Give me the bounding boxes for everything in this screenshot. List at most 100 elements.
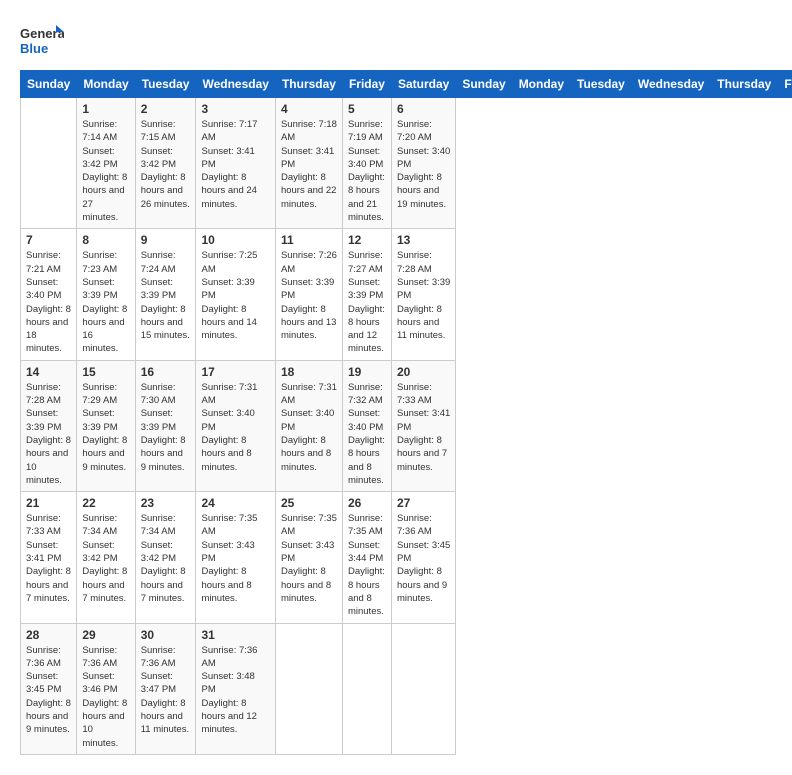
daylight: Daylight: 8 hours and 11 minutes. [141, 698, 189, 736]
daylight: Daylight: 8 hours and 12 minutes. [348, 304, 385, 355]
calendar-cell: 27 Sunrise: 7:36 AM Sunset: 3:45 PM Dayl… [391, 492, 455, 623]
sunrise: Sunrise: 7:34 AM [141, 513, 176, 537]
calendar-cell: 9 Sunrise: 7:24 AM Sunset: 3:39 PM Dayli… [135, 229, 196, 360]
daylight: Daylight: 8 hours and 7 minutes. [82, 566, 127, 604]
day-info: Sunrise: 7:21 AM Sunset: 3:40 PM Dayligh… [26, 249, 71, 355]
day-info: Sunrise: 7:36 AM Sunset: 3:45 PM Dayligh… [26, 644, 71, 737]
sunset: Sunset: 3:39 PM [348, 277, 383, 301]
sunset: Sunset: 3:48 PM [201, 671, 254, 695]
sunrise: Sunrise: 7:36 AM [397, 513, 432, 537]
day-info: Sunrise: 7:31 AM Sunset: 3:40 PM Dayligh… [201, 381, 269, 474]
calendar-cell: 1 Sunrise: 7:14 AM Sunset: 3:42 PM Dayli… [77, 98, 135, 229]
sunrise: Sunrise: 7:20 AM [397, 119, 432, 143]
day-info: Sunrise: 7:29 AM Sunset: 3:39 PM Dayligh… [82, 381, 129, 474]
calendar-cell: 26 Sunrise: 7:35 AM Sunset: 3:44 PM Dayl… [342, 492, 391, 623]
day-info: Sunrise: 7:34 AM Sunset: 3:42 PM Dayligh… [82, 512, 129, 605]
sunrise: Sunrise: 7:31 AM [281, 382, 337, 406]
calendar-cell: 23 Sunrise: 7:34 AM Sunset: 3:42 PM Dayl… [135, 492, 196, 623]
calendar-cell: 15 Sunrise: 7:29 AM Sunset: 3:39 PM Dayl… [77, 360, 135, 491]
sunset: Sunset: 3:44 PM [348, 540, 383, 564]
weekday-header-thursday: Thursday [711, 71, 778, 98]
day-number: 28 [26, 628, 71, 642]
day-number: 27 [397, 496, 450, 510]
calendar-cell [21, 98, 77, 229]
calendar-cell: 13 Sunrise: 7:28 AM Sunset: 3:39 PM Dayl… [391, 229, 455, 360]
calendar-cell: 11 Sunrise: 7:26 AM Sunset: 3:39 PM Dayl… [275, 229, 342, 360]
sunset: Sunset: 3:40 PM [348, 146, 383, 170]
day-number: 7 [26, 233, 71, 247]
daylight: Daylight: 8 hours and 15 minutes. [141, 304, 190, 342]
calendar-cell: 4 Sunrise: 7:18 AM Sunset: 3:41 PM Dayli… [275, 98, 342, 229]
daylight: Daylight: 8 hours and 8 minutes. [281, 435, 331, 473]
daylight: Daylight: 8 hours and 16 minutes. [82, 304, 127, 355]
calendar-cell: 5 Sunrise: 7:19 AM Sunset: 3:40 PM Dayli… [342, 98, 391, 229]
daylight: Daylight: 8 hours and 9 minutes. [82, 435, 127, 473]
sunrise: Sunrise: 7:14 AM [82, 119, 117, 143]
day-info: Sunrise: 7:24 AM Sunset: 3:39 PM Dayligh… [141, 249, 191, 342]
daylight: Daylight: 8 hours and 26 minutes. [141, 172, 190, 210]
sunset: Sunset: 3:40 PM [201, 408, 254, 432]
sunrise: Sunrise: 7:34 AM [82, 513, 117, 537]
calendar-cell: 31 Sunrise: 7:36 AM Sunset: 3:48 PM Dayl… [196, 623, 275, 754]
sunset: Sunset: 3:43 PM [281, 540, 334, 564]
day-number: 5 [348, 102, 386, 116]
day-number: 14 [26, 365, 71, 379]
sunset: Sunset: 3:39 PM [141, 277, 176, 301]
sunrise: Sunrise: 7:24 AM [141, 250, 176, 274]
sunrise: Sunrise: 7:30 AM [141, 382, 176, 406]
sunrise: Sunrise: 7:27 AM [348, 250, 383, 274]
day-info: Sunrise: 7:36 AM Sunset: 3:48 PM Dayligh… [201, 644, 269, 737]
day-number: 30 [141, 628, 191, 642]
calendar-cell: 17 Sunrise: 7:31 AM Sunset: 3:40 PM Dayl… [196, 360, 275, 491]
day-number: 22 [82, 496, 129, 510]
day-info: Sunrise: 7:35 AM Sunset: 3:44 PM Dayligh… [348, 512, 386, 618]
sunrise: Sunrise: 7:29 AM [82, 382, 117, 406]
calendar-cell: 19 Sunrise: 7:32 AM Sunset: 3:40 PM Dayl… [342, 360, 391, 491]
calendar-week-5: 28 Sunrise: 7:36 AM Sunset: 3:45 PM Dayl… [21, 623, 792, 754]
calendar-cell [342, 623, 391, 754]
daylight: Daylight: 8 hours and 27 minutes. [82, 172, 127, 223]
day-number: 20 [397, 365, 450, 379]
day-info: Sunrise: 7:32 AM Sunset: 3:40 PM Dayligh… [348, 381, 386, 487]
sunrise: Sunrise: 7:26 AM [281, 250, 337, 274]
day-info: Sunrise: 7:20 AM Sunset: 3:40 PM Dayligh… [397, 118, 450, 211]
day-info: Sunrise: 7:28 AM Sunset: 3:39 PM Dayligh… [397, 249, 450, 342]
sunrise: Sunrise: 7:33 AM [397, 382, 432, 406]
calendar-cell: 29 Sunrise: 7:36 AM Sunset: 3:46 PM Dayl… [77, 623, 135, 754]
day-number: 4 [281, 102, 337, 116]
sunset: Sunset: 3:40 PM [397, 146, 450, 170]
sunset: Sunset: 3:45 PM [26, 671, 61, 695]
logo: General Blue [20, 20, 68, 60]
calendar-table: SundayMondayTuesdayWednesdayThursdayFrid… [20, 70, 792, 755]
calendar-cell: 20 Sunrise: 7:33 AM Sunset: 3:41 PM Dayl… [391, 360, 455, 491]
sunrise: Sunrise: 7:25 AM [201, 250, 257, 274]
calendar-cell: 21 Sunrise: 7:33 AM Sunset: 3:41 PM Dayl… [21, 492, 77, 623]
calendar-cell: 2 Sunrise: 7:15 AM Sunset: 3:42 PM Dayli… [135, 98, 196, 229]
sunset: Sunset: 3:43 PM [201, 540, 254, 564]
calendar-cell: 3 Sunrise: 7:17 AM Sunset: 3:41 PM Dayli… [196, 98, 275, 229]
day-number: 11 [281, 233, 337, 247]
calendar-cell: 10 Sunrise: 7:25 AM Sunset: 3:39 PM Dayl… [196, 229, 275, 360]
sunset: Sunset: 3:39 PM [281, 277, 334, 301]
day-number: 21 [26, 496, 71, 510]
daylight: Daylight: 8 hours and 7 minutes. [397, 435, 447, 473]
daylight: Daylight: 8 hours and 8 minutes. [281, 566, 331, 604]
day-number: 26 [348, 496, 386, 510]
sunrise: Sunrise: 7:19 AM [348, 119, 383, 143]
sunset: Sunset: 3:41 PM [397, 408, 450, 432]
weekday-header-sunday: Sunday [456, 71, 512, 98]
daylight: Daylight: 8 hours and 9 minutes. [26, 698, 71, 736]
day-info: Sunrise: 7:17 AM Sunset: 3:41 PM Dayligh… [201, 118, 269, 211]
calendar-header-row: SundayMondayTuesdayWednesdayThursdayFrid… [21, 71, 792, 98]
daylight: Daylight: 8 hours and 8 minutes. [201, 566, 251, 604]
calendar-cell: 18 Sunrise: 7:31 AM Sunset: 3:40 PM Dayl… [275, 360, 342, 491]
sunrise: Sunrise: 7:15 AM [141, 119, 176, 143]
sunset: Sunset: 3:41 PM [26, 540, 61, 564]
calendar-cell: 25 Sunrise: 7:35 AM Sunset: 3:43 PM Dayl… [275, 492, 342, 623]
daylight: Daylight: 8 hours and 12 minutes. [201, 698, 256, 736]
sunrise: Sunrise: 7:21 AM [26, 250, 61, 274]
daylight: Daylight: 8 hours and 8 minutes. [348, 566, 385, 617]
sunset: Sunset: 3:39 PM [201, 277, 254, 301]
calendar-cell: 8 Sunrise: 7:23 AM Sunset: 3:39 PM Dayli… [77, 229, 135, 360]
day-info: Sunrise: 7:14 AM Sunset: 3:42 PM Dayligh… [82, 118, 129, 224]
